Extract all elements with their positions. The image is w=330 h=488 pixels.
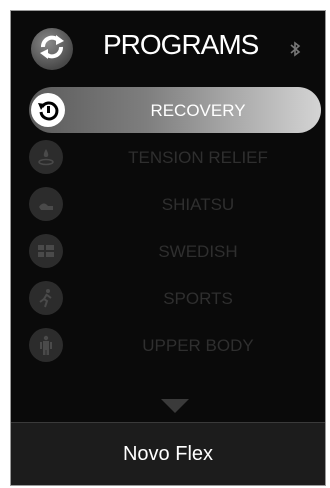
program-item-upper-body[interactable]: UPPER BODY [11,322,325,369]
runner-icon [29,281,63,315]
brand-name: Novo Flex [122,443,214,465]
program-list: RECOVERY TENSION RELIEF SHIATSU SWEDISH … [11,87,325,369]
program-item-swedish[interactable]: SWEDISH [11,228,325,275]
program-item-recovery[interactable]: RECOVERY [11,87,325,134]
person-icon [29,328,63,362]
header: PROGRAMS [11,11,325,87]
hand-icon [29,187,63,221]
sync-icon [37,32,67,67]
program-item-tension-relief[interactable]: TENSION RELIEF [11,134,325,181]
reset-icon [31,93,65,127]
program-label: SHIATSU [161,195,235,214]
sync-button[interactable] [31,28,73,70]
swedish-flag-icon [29,234,63,268]
bluetooth-icon [289,41,301,62]
program-label: UPPER BODY [142,336,254,355]
page-title: PROGRAMS [103,29,259,60]
program-item-shiatsu[interactable]: SHIATSU [11,181,325,228]
program-label: RECOVERY [150,101,246,120]
water-drop-icon [29,140,63,174]
program-label: SPORTS [163,289,233,308]
footer: Novo Flex [11,422,325,485]
program-item-sports[interactable]: SPORTS [11,275,325,322]
program-label: TENSION RELIEF [128,148,268,167]
program-label: SWEDISH [158,242,238,261]
chevron-down-icon[interactable] [161,399,189,413]
device-screen: PROGRAMS RECOVERY TENSION RELIEF SHIATSU… [10,10,326,486]
